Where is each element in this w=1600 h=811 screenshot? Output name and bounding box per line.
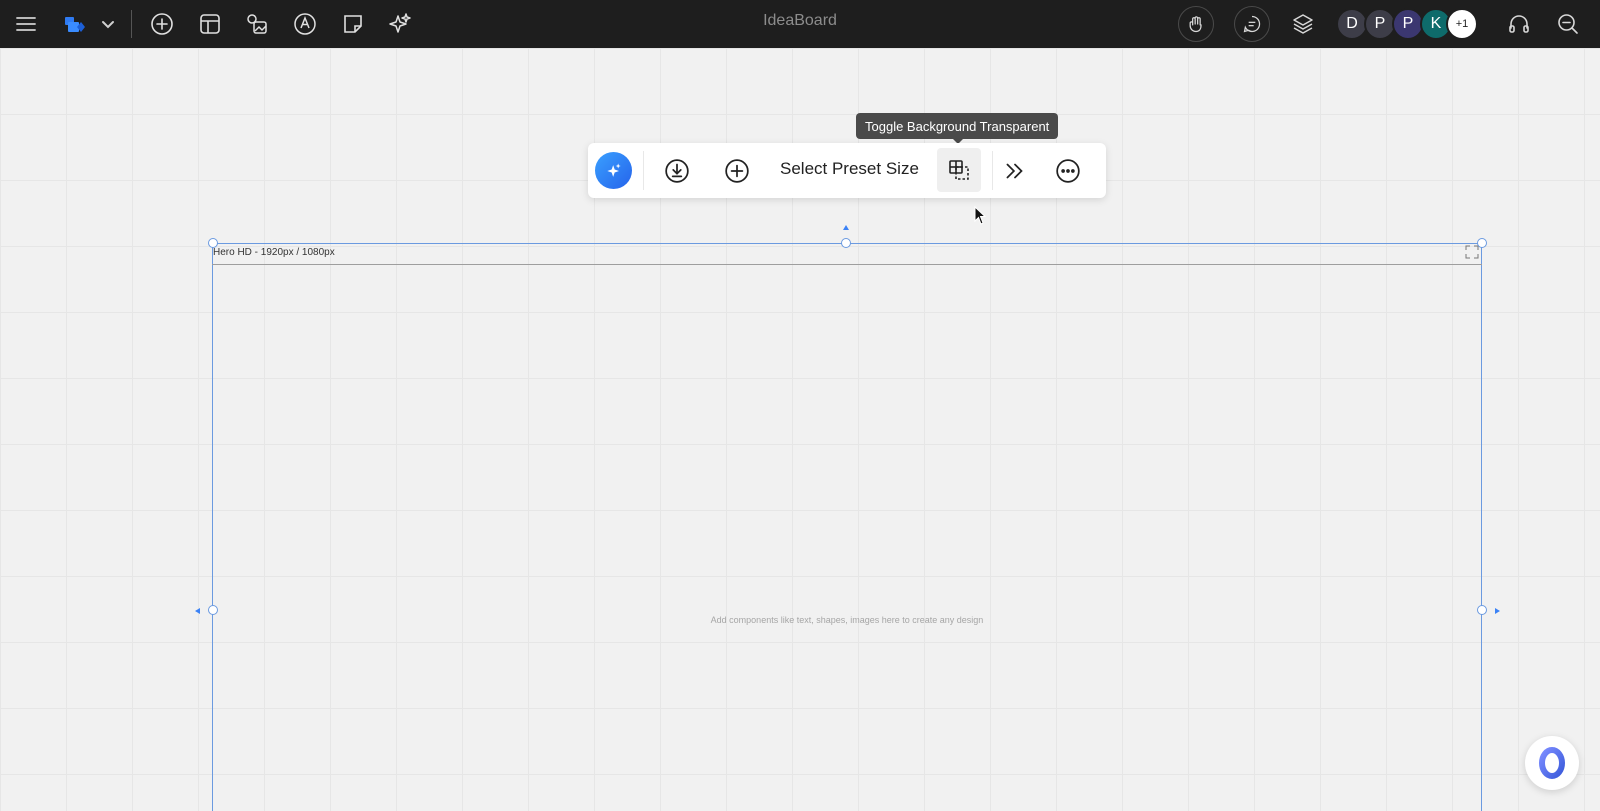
frame-selection[interactable]: [212, 243, 1482, 811]
frame-title[interactable]: Hero HD - 1920px / 1080px: [213, 247, 335, 258]
chevron-down-icon[interactable]: [92, 8, 124, 40]
frame-toolbar: Select Preset Size: [588, 143, 1106, 198]
move-left-arrow[interactable]: [195, 608, 200, 614]
assistant-button[interactable]: [1525, 736, 1579, 790]
assistant-logo-icon: [1539, 747, 1565, 779]
sticky-note-icon[interactable]: [337, 8, 369, 40]
toolbar-divider: [643, 151, 644, 190]
comment-icon: [1243, 15, 1261, 33]
toggle-background-transparent-button[interactable]: [937, 148, 981, 192]
move-up-arrow[interactable]: [843, 225, 849, 230]
mouse-cursor-icon: [974, 206, 987, 225]
resize-handle-top[interactable]: [841, 238, 851, 248]
avatar-initial: D: [1346, 15, 1358, 32]
template-icon[interactable]: [194, 8, 226, 40]
resize-handle-top-right[interactable]: [1477, 238, 1487, 248]
frame-placeholder-text: Add components like text, shapes, images…: [710, 615, 984, 625]
zoom-out-icon[interactable]: [1552, 8, 1584, 40]
headset-icon[interactable]: [1503, 8, 1535, 40]
hand-icon: [1189, 16, 1202, 33]
logo-icon[interactable]: [58, 8, 90, 40]
pen-icon[interactable]: [289, 8, 321, 40]
menu-icon[interactable]: [10, 8, 42, 40]
transparent-bg-icon: [949, 160, 969, 180]
add-circle-icon[interactable]: [146, 8, 178, 40]
frame-header-divider: [212, 264, 1482, 265]
add-icon[interactable]: [722, 156, 752, 186]
tooltip: Toggle Background Transparent: [856, 113, 1059, 139]
toolbar-divider: [992, 151, 993, 190]
app-title: IdeaBoard: [763, 12, 837, 29]
hand-tool-button[interactable]: [1178, 6, 1214, 42]
toolbar-divider: [131, 10, 132, 38]
more-avatars-count: +1: [1455, 18, 1469, 30]
resize-handle-top-left[interactable]: [208, 238, 218, 248]
more-avatars-badge[interactable]: +1: [1446, 8, 1478, 40]
expand-icon[interactable]: [1465, 245, 1479, 259]
top-bar: IdeaBoard D P P K +1: [0, 0, 1600, 48]
comment-button[interactable]: [1234, 6, 1270, 42]
avatar-initial: P: [1402, 15, 1414, 32]
avatar-initial: K: [1430, 15, 1442, 32]
select-preset-size[interactable]: Select Preset Size: [780, 159, 919, 179]
resize-handle-right[interactable]: [1477, 605, 1487, 615]
ai-assist-button[interactable]: [595, 152, 632, 189]
move-right-arrow[interactable]: [1495, 608, 1500, 614]
resize-handle-left[interactable]: [208, 605, 218, 615]
avatar-initial: P: [1374, 15, 1386, 32]
ai-sparkle-icon: [606, 163, 621, 177]
double-chevron-right-icon[interactable]: [1000, 156, 1030, 186]
layers-icon[interactable]: [1287, 8, 1319, 40]
more-icon[interactable]: [1053, 156, 1083, 186]
media-icon[interactable]: [241, 8, 273, 40]
download-icon[interactable]: [662, 156, 692, 186]
ai-sparkle-icon[interactable]: [384, 8, 416, 40]
